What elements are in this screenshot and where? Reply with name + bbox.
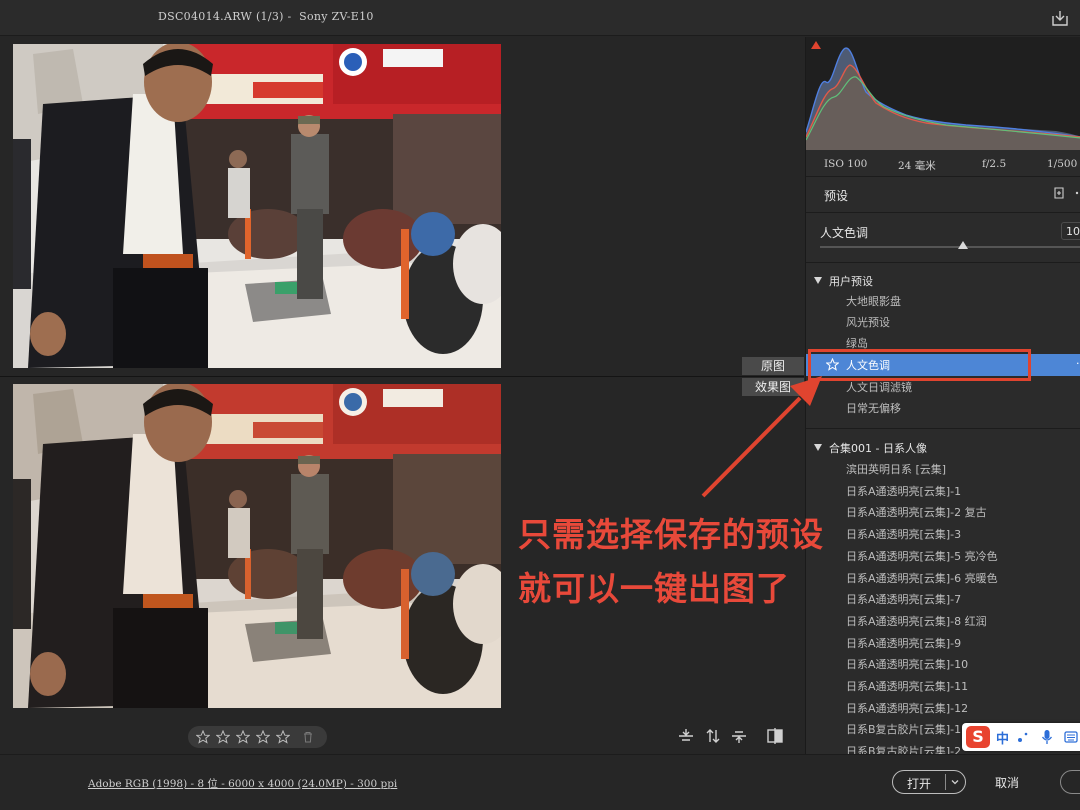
open-button-separator [945,774,946,790]
title-bar: DSC04014.ARW (1/3) - Sony ZV-E10 [0,0,1080,36]
rating-stars [188,726,327,748]
workflow-options-link[interactable]: Adobe RGB (1998) - 8 位 - 6000 x 4000 (24… [88,776,397,791]
preset-item[interactable]: 日系B复古胶片[云集]-1 [846,721,961,737]
effect-label: 效果图 [742,378,804,396]
open-button[interactable]: 打开 [892,770,966,794]
new-preset-icon[interactable] [1052,186,1066,200]
preset-item[interactable]: 日系A通透明亮[云集]-9 [846,635,961,651]
preset-item[interactable]: 日系A通透明亮[云集]-3 [846,526,961,542]
ime-logo[interactable]: S [966,726,990,748]
star-icon[interactable] [216,730,230,744]
panel-separator [806,212,1080,213]
preset-item[interactable]: 日常无偏移 [846,400,901,416]
slider-thumb[interactable] [958,241,968,249]
annotation-text-line1: 只需选择保存的预设 [518,515,824,554]
image-compare-area: 原图 效果图 [0,37,804,752]
expand-triangle-icon [814,444,822,451]
ime-toolbar: S 中 [962,723,1080,751]
split-view-icon[interactable] [765,726,785,746]
star-icon[interactable] [196,730,210,744]
histogram [806,37,1080,150]
more-icon[interactable] [1070,186,1080,200]
star-icon[interactable] [276,730,290,744]
panel-separator [806,262,1080,263]
exif-aperture: f/2.5 [982,158,1007,170]
camera-raw-window: DSC04014.ARW (1/3) - Sony ZV-E10 原图 效果图 … [0,0,1080,810]
align-top-icon[interactable] [676,726,696,746]
footer-bar: Adobe RGB (1998) - 8 位 - 6000 x 4000 (24… [0,754,1080,810]
preset-item[interactable]: 日系A通透明亮[云集]-10 [846,656,968,672]
save-icon[interactable] [1050,8,1070,28]
preset-item[interactable]: 日系B复古胶片[云集]-2 [846,743,961,754]
preset-item[interactable]: 日系A通透明亮[云集]-6 亮暖色 [846,570,998,586]
group-label: 合集001 - 日系人像 [829,442,927,455]
preset-amount-input[interactable]: 100 [1061,222,1080,240]
preset-item[interactable]: 日系A通透明亮[云集]-2 复古 [846,504,987,520]
done-button[interactable] [1060,770,1080,794]
preset-item[interactable]: 大地眼影盘 [846,293,901,309]
align-bottom-icon[interactable] [729,726,749,746]
trash-icon[interactable] [302,731,314,743]
view-toolbar [0,718,804,754]
window-title: DSC04014.ARW (1/3) - Sony ZV-E10 [158,10,374,23]
open-button-label: 打开 [906,777,931,791]
exif-shutter: 1/500 [1047,158,1078,170]
preset-item[interactable]: 日系A通透明亮[云集]-1 [846,483,961,499]
preset-item[interactable]: 日系A通透明亮[云集]-5 亮冷色 [846,548,998,564]
more-icon[interactable]: · [1076,357,1080,370]
preset-item[interactable]: 日系A通透明亮[云集]-11 [846,678,968,694]
ime-mode[interactable]: 中 [996,728,1009,747]
keyboard-icon[interactable] [1064,729,1078,745]
panel-separator [806,176,1080,177]
preset-item[interactable]: 滨田英明日系 [云集] [846,461,946,477]
preset-item[interactable]: 日系A通透明亮[云集]-8 红润 [846,613,987,629]
preset-amount-label: 人文色调 [820,226,869,240]
original-label: 原图 [742,357,804,375]
presets-title: 预设 [824,189,849,203]
compare-divider [0,376,804,377]
preset-amount-slider[interactable] [820,246,1080,248]
chevron-down-icon[interactable] [949,776,961,788]
star-icon[interactable] [256,730,270,744]
panel-separator [806,428,1080,429]
exif-iso: ISO 100 [824,158,868,170]
highlight-box [808,349,1031,381]
preset-item[interactable]: 日系A通透明亮[云集]-7 [846,591,961,607]
group-collection-001[interactable]: 合集001 - 日系人像 [814,440,927,456]
group-label: 用户预设 [829,275,873,288]
effect-photo [13,384,501,708]
group-user-presets[interactable]: 用户预设 [814,273,873,289]
swap-icon[interactable] [703,726,723,746]
preset-item[interactable]: 风光预设 [846,314,890,330]
punctuation-icon[interactable] [1016,729,1030,745]
annotation-text-line2: 就可以一键出图了 [518,569,790,608]
cancel-button[interactable]: 取消 [995,774,1019,791]
star-icon[interactable] [236,730,250,744]
expand-triangle-icon [814,277,822,284]
exif-focal: 24 毫米 [898,160,936,172]
exif-info: ISO 100 24 毫米 f/2.5 1/500 [806,152,1080,176]
preset-item[interactable]: 人文日调滤镜 [846,379,912,395]
preset-item[interactable]: 日系A通透明亮[云集]-12 [846,700,968,716]
right-panel: ISO 100 24 毫米 f/2.5 1/500 预设 人文色调 100 用户… [805,37,1080,754]
microphone-icon[interactable] [1040,729,1054,745]
original-photo [13,44,501,368]
